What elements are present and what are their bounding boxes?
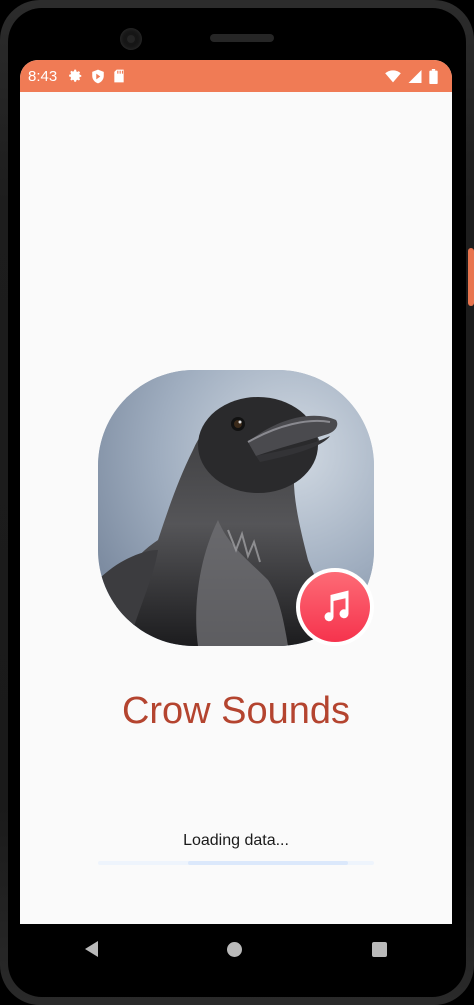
loading-text: Loading data... bbox=[183, 832, 289, 849]
navigation-bar bbox=[20, 924, 452, 974]
phone-frame: 8:43 Crow Sounds Loading data... bbox=[0, 0, 474, 1005]
back-icon[interactable] bbox=[84, 941, 98, 957]
wifi-icon bbox=[385, 69, 401, 82]
battery-icon bbox=[429, 68, 438, 84]
shield-play-icon bbox=[92, 69, 104, 83]
home-icon[interactable] bbox=[227, 941, 243, 957]
earpiece-speaker bbox=[210, 34, 274, 42]
sd-card-icon bbox=[114, 69, 124, 83]
gear-icon bbox=[69, 69, 82, 82]
status-bar: 8:43 bbox=[20, 60, 452, 92]
loading-progress-bar bbox=[98, 861, 374, 865]
loading-progress-fill bbox=[188, 861, 348, 865]
music-note-icon bbox=[324, 590, 349, 622]
app-title: Crow Sounds bbox=[121, 690, 351, 732]
cell-signal-icon bbox=[408, 69, 422, 83]
recents-icon[interactable] bbox=[372, 941, 388, 957]
music-badge bbox=[296, 568, 374, 646]
status-time: 8:43 bbox=[28, 67, 58, 85]
app-logo bbox=[98, 370, 374, 646]
front-camera bbox=[120, 28, 142, 50]
power-button[interactable] bbox=[468, 248, 474, 306]
app-screen: 8:43 Crow Sounds Loading data... bbox=[20, 60, 452, 924]
